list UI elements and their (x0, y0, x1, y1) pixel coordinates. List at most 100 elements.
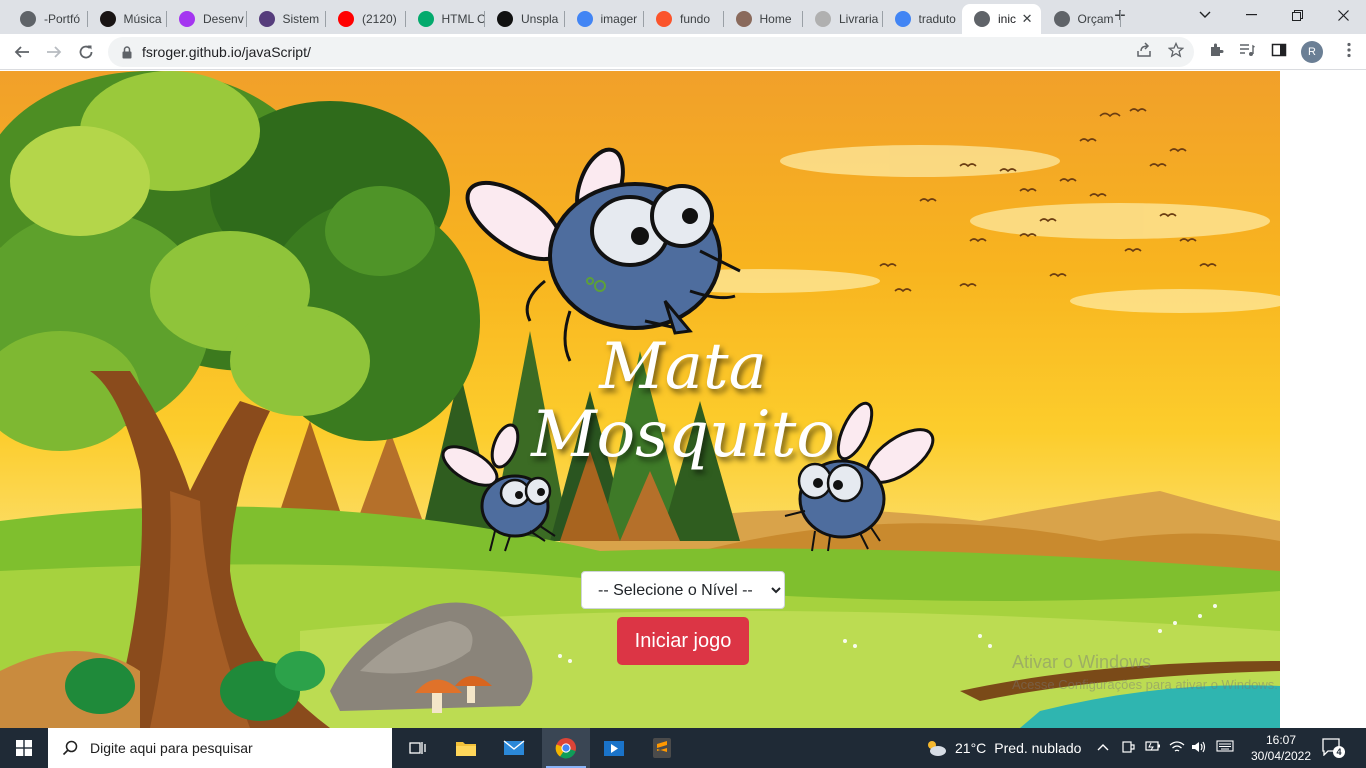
volume-icon[interactable] (1191, 740, 1207, 757)
browser-tab[interactable]: Home (724, 4, 803, 34)
tab-title: inic (998, 12, 1017, 26)
browser-tab[interactable]: HTML C (406, 4, 485, 34)
task-view-icon[interactable] (394, 728, 442, 768)
browser-tab[interactable]: Música (88, 4, 167, 34)
browser-tab[interactable]: inic ✕ (962, 4, 1041, 34)
tab-title: Unspla (521, 12, 559, 26)
weather-temp: 21°C (955, 740, 987, 756)
udemy-icon (179, 11, 195, 27)
windows-logo-icon (16, 740, 32, 756)
weather-text: Pred. nublado (994, 740, 1082, 756)
browser-tab[interactable]: (2120) (326, 4, 405, 34)
start-game-button[interactable]: Iniciar jogo (617, 617, 749, 665)
reload-button[interactable] (72, 38, 100, 66)
weather-widget[interactable]: 21°C Pred. nublado (925, 728, 1081, 768)
profile-avatar[interactable]: R (1301, 41, 1323, 63)
game-title: Mata Mosquito (440, 333, 926, 469)
browser-tab[interactable]: -Portfó (8, 4, 87, 34)
chrome-icon[interactable] (542, 728, 590, 768)
spotify-icon (99, 11, 116, 27)
media-queue-icon[interactable] (1238, 41, 1256, 59)
game-title-line2: Mosquito (531, 398, 835, 472)
cloud-sun-icon (925, 739, 947, 757)
tab-title: imager (600, 12, 638, 26)
menu-kebab-icon[interactable] (1340, 41, 1358, 59)
tab-title: traduto (918, 12, 956, 26)
media-player-icon[interactable] (590, 728, 638, 768)
network-device-icon[interactable] (1121, 740, 1135, 757)
browser-tab[interactable]: imager (565, 4, 644, 34)
game-title-line1: Mata (599, 330, 767, 404)
browser-tab[interactable]: Unspla (485, 4, 564, 34)
windows-taskbar: Digite aqui para pesquisar 21°C Pred. nu… (0, 728, 1366, 768)
start-button[interactable] (0, 728, 48, 768)
tab-title: Livraria (839, 12, 879, 26)
browser-toolbar: fsroger.github.io/javaScript/ R (0, 34, 1366, 70)
file-explorer-icon[interactable] (442, 728, 490, 768)
back-button[interactable] (8, 38, 36, 66)
clouds (640, 145, 1280, 313)
lock-icon[interactable] (120, 45, 134, 59)
watermark-title: Ativar o Windows (1012, 652, 1152, 672)
share-icon[interactable] (1135, 41, 1153, 59)
bootstrap-icon (258, 11, 275, 27)
doc-thumb-icon (815, 11, 831, 27)
extensions-icon[interactable] (1207, 41, 1225, 59)
watermark-text: Acesse Configurações para ativar o Windo… (1012, 677, 1278, 692)
brave-icon (656, 11, 672, 27)
bookmark-star-icon[interactable] (1167, 41, 1185, 59)
keyboard-icon[interactable] (1216, 740, 1234, 755)
tab-title: -Portfó (44, 12, 81, 26)
browser-tab[interactable]: traduto (883, 4, 962, 34)
page-blank-area (1280, 71, 1366, 728)
maximize-button[interactable] (1274, 0, 1320, 30)
level-select[interactable]: -- Selecione o Nível -- (581, 571, 785, 609)
tab-separator (1120, 11, 1121, 27)
minimize-button[interactable] (1228, 0, 1274, 30)
unsplash-icon (497, 11, 513, 27)
notification-count-badge: 4 (1333, 746, 1345, 758)
close-tab-icon[interactable]: ✕ (1022, 11, 1033, 27)
taskbar-clock[interactable]: 16:07 30/04/2022 (1246, 732, 1316, 764)
globe-icon (1053, 11, 1070, 27)
url-text[interactable]: fsroger.github.io/javaScript/ (142, 44, 311, 60)
globe-icon (974, 11, 990, 27)
tab-title: (2120) (362, 12, 397, 26)
tab-title: Sistem (282, 12, 320, 26)
youtube-icon (338, 11, 354, 27)
browser-tab[interactable]: Sistem (247, 4, 326, 34)
notifications-icon[interactable]: 4 (1322, 738, 1345, 758)
browser-tab[interactable]: Desenv (167, 4, 246, 34)
clock-time: 16:07 (1265, 733, 1297, 747)
mail-icon[interactable] (490, 728, 538, 768)
tab-title: Home (759, 12, 792, 26)
tab-strip: + -PortfóMúsicaDesenvSistem(2120)HTML CU… (0, 0, 1366, 34)
tab-title: Desenv (203, 12, 244, 26)
tab-title: Orçam (1077, 12, 1114, 26)
taskbar-search-box[interactable]: Digite aqui para pesquisar (48, 728, 392, 768)
tab-title: HTML C (441, 12, 485, 26)
address-bar[interactable]: fsroger.github.io/javaScript/ (108, 37, 1194, 67)
browser-tab[interactable]: fundo (644, 4, 723, 34)
clock-date: 30/04/2022 (1250, 749, 1312, 763)
home-thumb-icon (735, 11, 752, 27)
game-page: Mata Mosquito -- Selecione o Nível -- In… (0, 71, 1280, 728)
battery-icon[interactable] (1145, 740, 1161, 755)
browser-tab[interactable]: Orçam (1042, 4, 1121, 34)
side-panel-icon[interactable] (1270, 41, 1288, 59)
big-mosquito (465, 147, 741, 362)
tab-title: Música (123, 12, 162, 26)
tab-search-icon[interactable] (1182, 0, 1228, 30)
google-icon (576, 11, 593, 27)
close-window-button[interactable] (1320, 0, 1366, 30)
w3schools-icon (417, 11, 434, 27)
wifi-icon[interactable] (1169, 740, 1185, 757)
forward-button[interactable] (40, 38, 68, 66)
windows-activation-watermark: Ativar o Windows Acesse Configurações pa… (1012, 652, 1278, 692)
sublime-text-icon[interactable] (638, 728, 686, 768)
tab-title: fundo (680, 12, 711, 26)
browser-tab[interactable]: Livraria (803, 4, 882, 34)
birds (879, 108, 1217, 293)
chevron-up-icon[interactable] (1097, 740, 1109, 755)
globe-icon (20, 11, 36, 27)
